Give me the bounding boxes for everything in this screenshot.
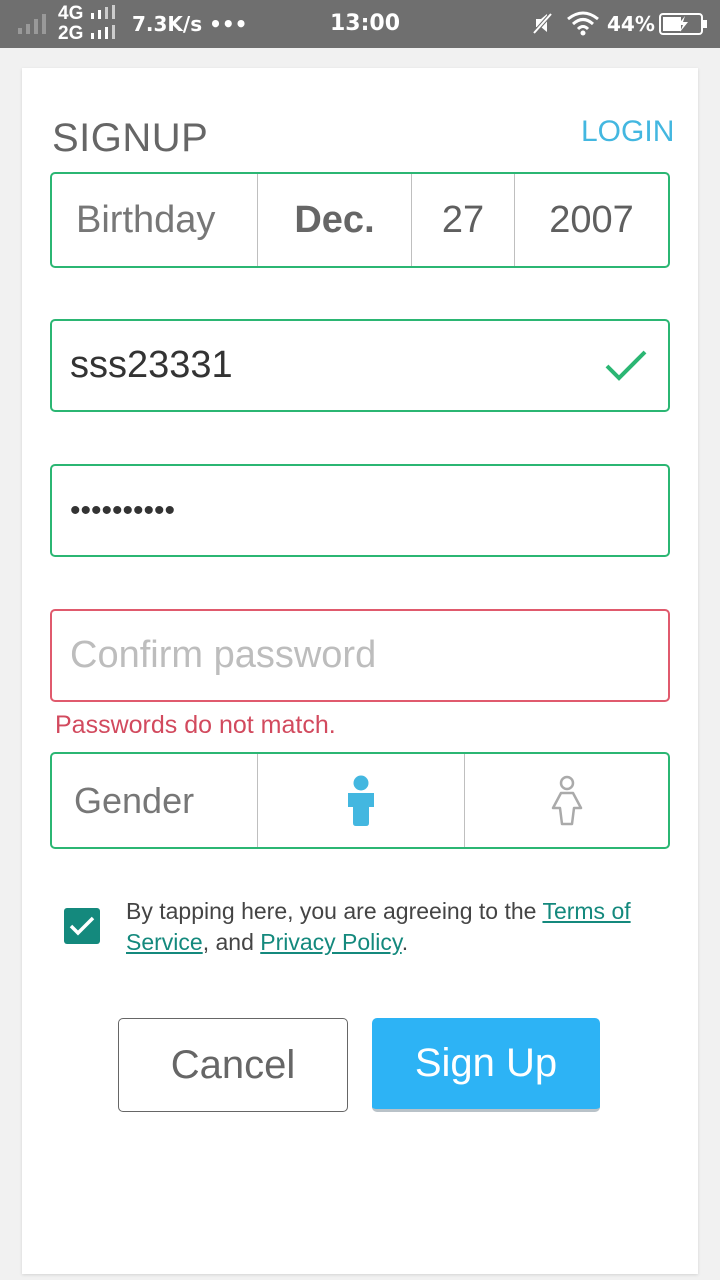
terms-text: By tapping here, you are agreeing to the… xyxy=(126,898,631,955)
mute-icon xyxy=(533,12,553,34)
confirm-password-input[interactable]: Confirm password xyxy=(50,609,670,702)
privacy-policy-link[interactable]: Privacy Policy xyxy=(260,929,401,955)
birthday-picker: Birthday Dec. 27 2007 xyxy=(50,172,670,268)
signal-bars-icon xyxy=(90,5,115,19)
password-input[interactable]: •••••••••• xyxy=(50,464,670,557)
male-person-icon xyxy=(348,775,374,826)
network-speed: 7.3K/s ••• xyxy=(132,12,248,36)
gender-option-male[interactable] xyxy=(258,754,465,847)
checkmark-icon xyxy=(69,916,95,936)
birthday-month[interactable]: Dec. xyxy=(258,174,412,266)
status-bar: 4G 2G 7.3K/s ••• 13:00 44% xyxy=(0,0,720,48)
battery-percent: 44% xyxy=(607,12,655,36)
password-mismatch-error: Passwords do not match. xyxy=(55,711,336,739)
birthday-day[interactable]: 27 xyxy=(412,174,515,266)
birthday-label: Birthday xyxy=(52,174,258,266)
terms-checkbox[interactable] xyxy=(64,908,100,944)
gender-selector: Gender xyxy=(50,752,670,849)
username-value: sss23331 xyxy=(70,344,233,386)
cancel-button[interactable]: Cancel xyxy=(118,1018,348,1112)
female-person-icon xyxy=(551,775,582,825)
username-input[interactable]: sss23331 xyxy=(50,319,670,412)
wifi-icon xyxy=(567,11,599,36)
password-value: •••••••••• xyxy=(70,493,176,527)
battery-charging-icon xyxy=(659,13,707,35)
page-title: SIGNUP xyxy=(52,116,209,160)
signal-icon xyxy=(18,14,46,34)
check-icon xyxy=(605,350,647,381)
login-link[interactable]: LOGIN xyxy=(581,115,674,149)
gender-label: Gender xyxy=(52,754,258,847)
sign-up-button[interactable]: Sign Up xyxy=(372,1018,600,1112)
confirm-password-placeholder: Confirm password xyxy=(70,634,377,676)
signal-bars-icon-2 xyxy=(90,25,115,39)
gender-option-female[interactable] xyxy=(465,754,668,847)
network-type: 4G 2G xyxy=(58,4,119,44)
clock: 13:00 xyxy=(330,11,401,36)
birthday-year[interactable]: 2007 xyxy=(515,174,668,266)
